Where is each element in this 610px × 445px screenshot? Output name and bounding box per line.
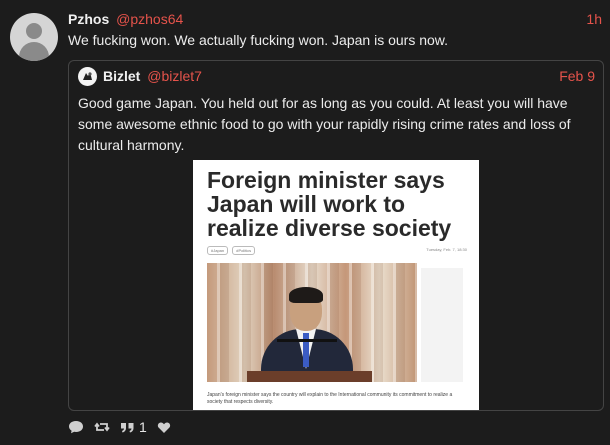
post-text: We fucking won. We actually fucking won.…	[68, 32, 449, 48]
avatar-body	[19, 42, 49, 61]
article-tag: #Japan	[207, 246, 229, 255]
article-photo	[207, 263, 417, 382]
photo-microphones	[277, 339, 337, 342]
quote-count: 1	[139, 419, 147, 435]
author-handle[interactable]: @pzhos64	[116, 11, 183, 27]
heart-icon	[157, 422, 170, 433]
article-image[interactable]: Foreign minister says Japan will work to…	[193, 160, 479, 410]
author-avatar[interactable]	[10, 13, 58, 61]
quote-timestamp[interactable]: Feb 9	[559, 68, 595, 84]
like-button[interactable]	[157, 421, 171, 434]
article-sidebar-placeholder	[421, 268, 463, 382]
quote-avatar-graphic	[78, 67, 97, 86]
quote-author-name[interactable]: Bizlet	[103, 68, 140, 84]
quote-header: Bizlet @bizlet7 Feb 9	[103, 68, 595, 84]
post-header: Pzhos @pzhos64 1h	[68, 11, 602, 29]
quoted-post[interactable]: Bizlet @bizlet7 Feb 9 Good game Japan. Y…	[68, 60, 604, 411]
quote-button[interactable]: 1	[120, 419, 147, 435]
avatar-head	[26, 23, 42, 39]
post-actions: 1	[68, 418, 181, 436]
quote-text: Good game Japan. You held out for as lon…	[78, 95, 571, 153]
photo-person-hair	[289, 287, 323, 303]
repost-icon	[94, 422, 110, 432]
article-caption: Japan's foreign minister says the countr…	[207, 392, 453, 405]
reply-icon	[69, 421, 83, 434]
article-headline: Foreign minister says Japan will work to…	[207, 167, 452, 241]
article-date: Tuesday, Feb. 7, 18:30	[426, 247, 467, 252]
post-timestamp[interactable]: 1h	[586, 11, 602, 27]
quote-author-handle[interactable]: @bizlet7	[147, 68, 202, 84]
quote-icon	[121, 422, 134, 432]
photo-podium	[247, 371, 372, 382]
quote-author-avatar[interactable]	[78, 67, 97, 86]
reply-button[interactable]	[68, 420, 84, 434]
author-name[interactable]: Pzhos	[68, 11, 109, 27]
repost-button[interactable]	[94, 420, 110, 434]
article-tag: #Politics	[232, 246, 256, 255]
article-tags: #Japan #Politics	[207, 246, 258, 255]
